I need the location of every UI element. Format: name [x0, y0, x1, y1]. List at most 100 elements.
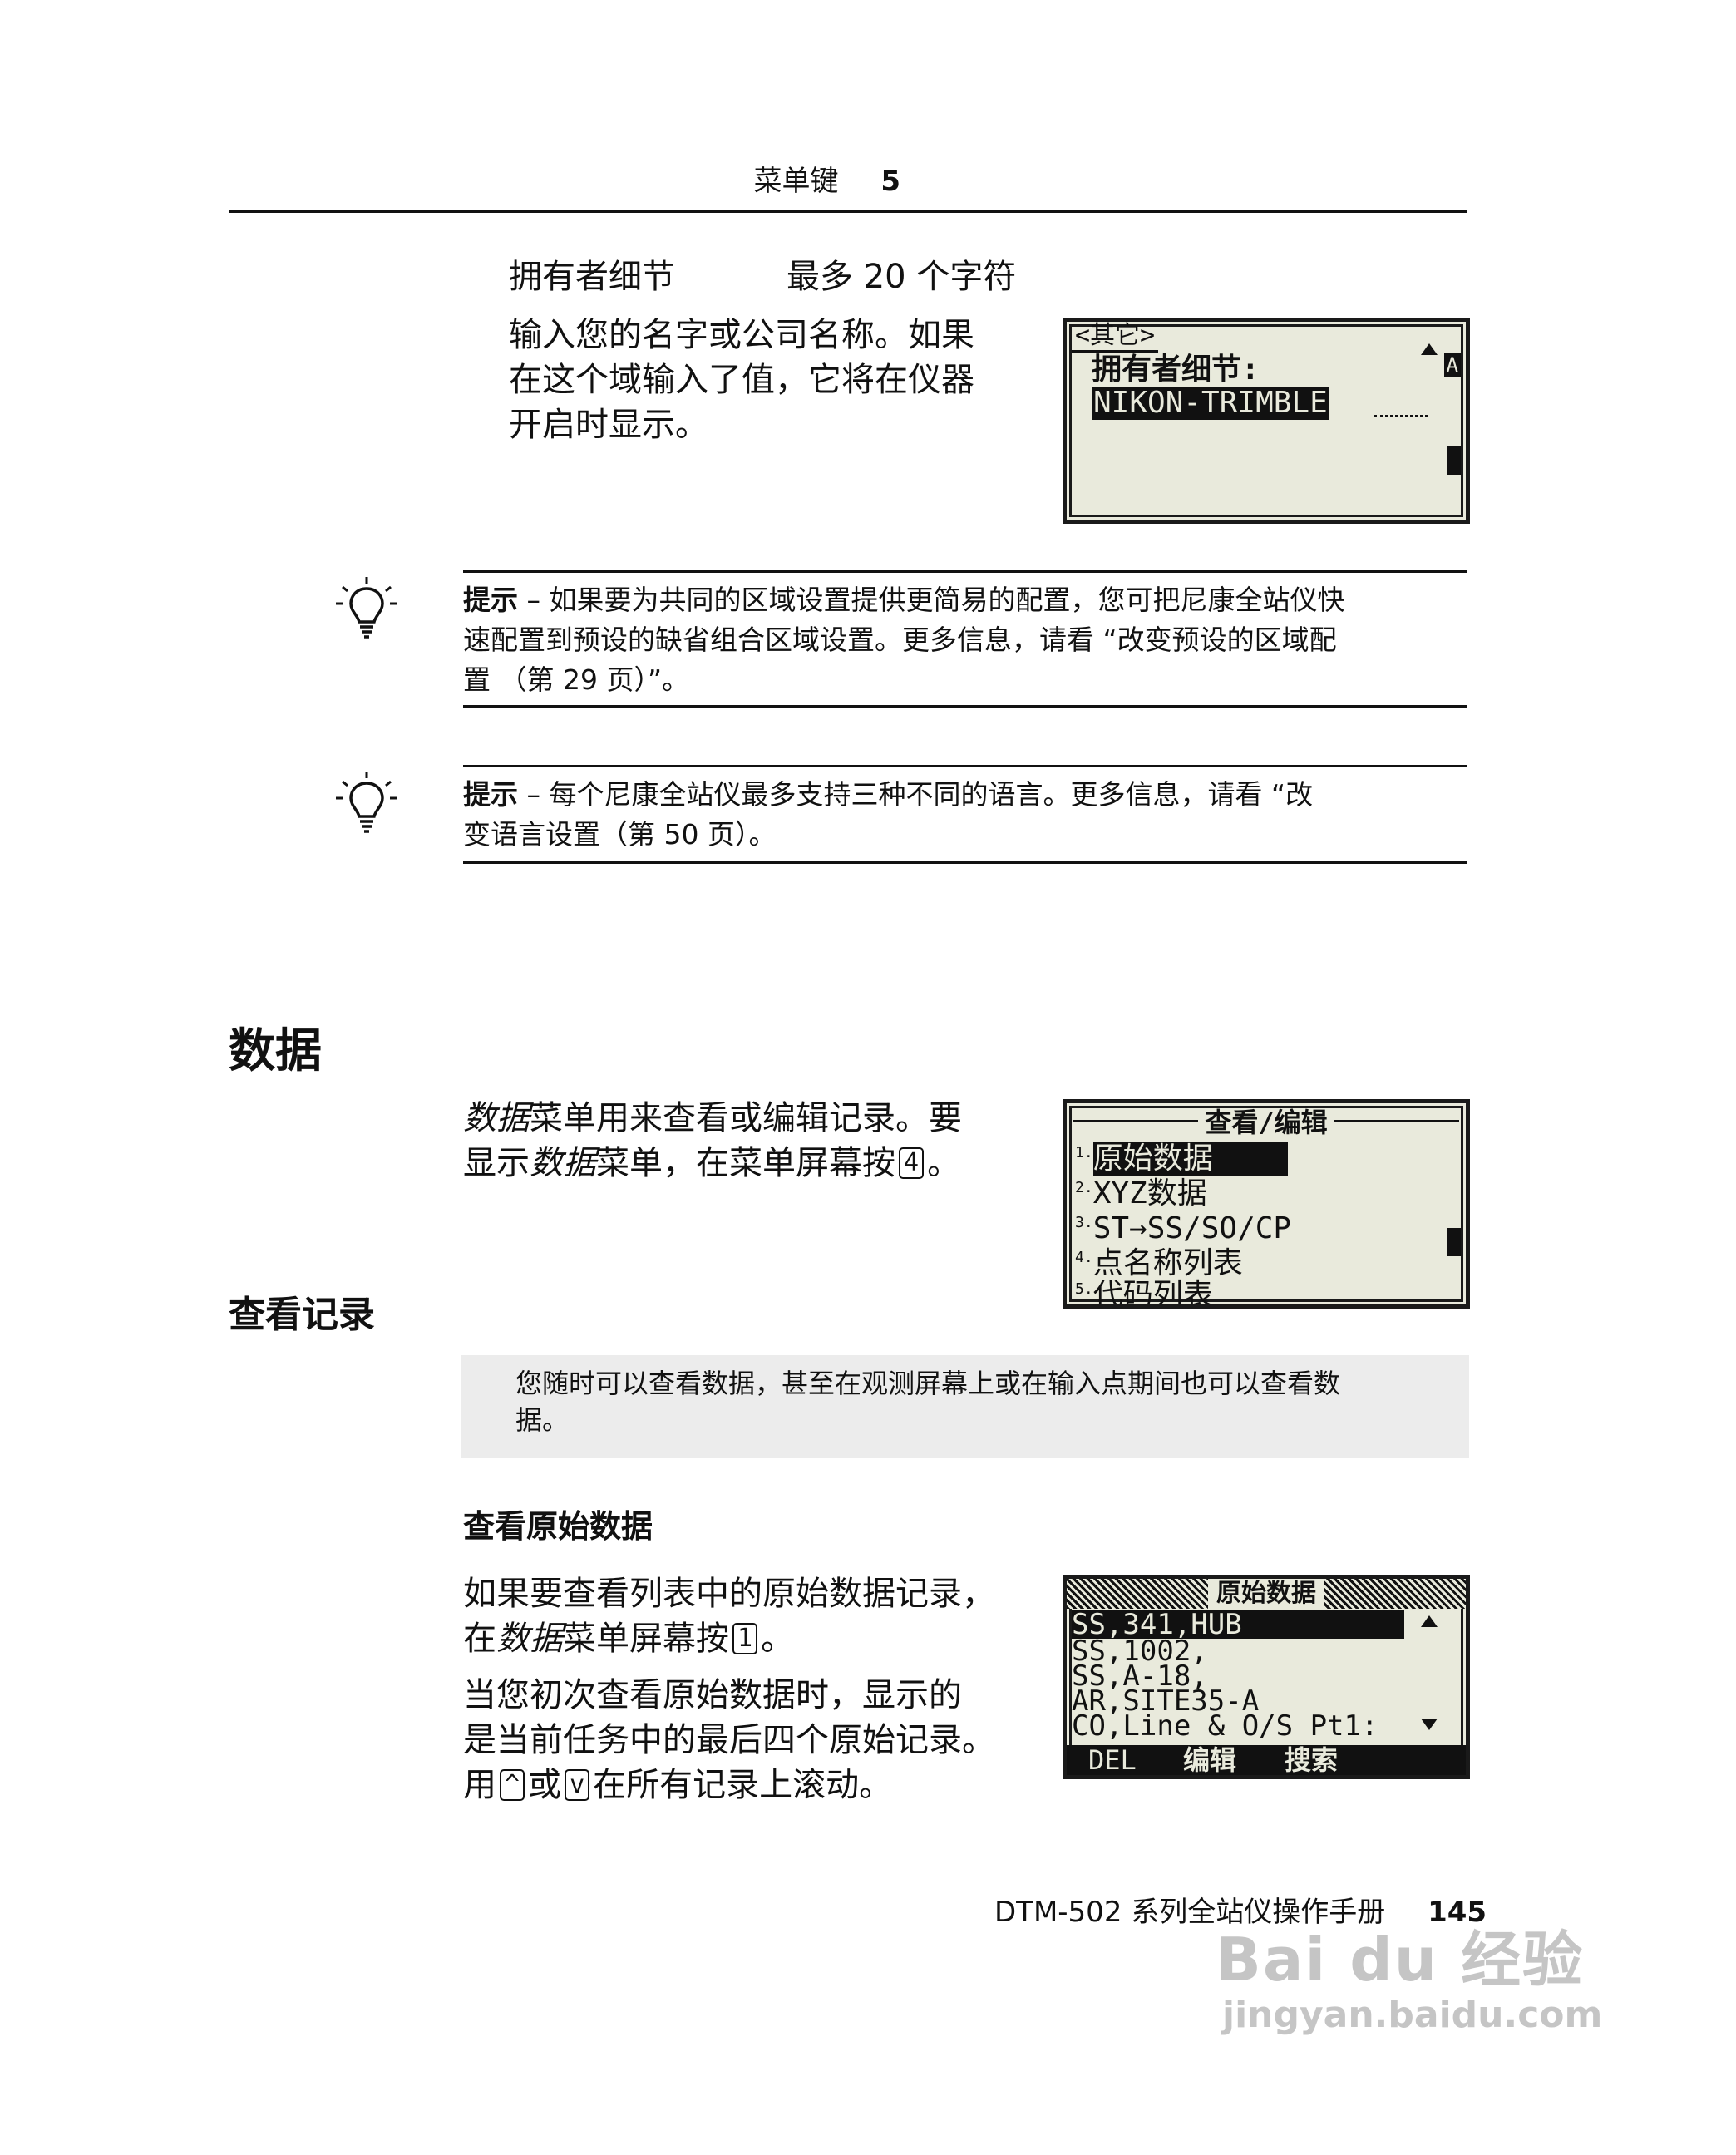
raw-p2-line3: 用 ^ 或 v 在所有记录上滚动。 [463, 1763, 1062, 1807]
key-1: 1 [732, 1623, 758, 1654]
tip2-label: 提示 [463, 778, 518, 811]
lcd-menu-item[interactable]: 3.ST→SS/SO/CP [1075, 1206, 1291, 1245]
battery-icon [1447, 446, 1461, 475]
lightbulb-icon [336, 577, 397, 644]
raw-text: 。 [761, 1620, 795, 1658]
data-intro-text: 。 [927, 1144, 961, 1182]
data-menu-emphasis: 数据 [530, 1144, 596, 1182]
lcd-tab-label: <其它> [1072, 322, 1159, 353]
menu-item-number: 4. [1075, 1249, 1093, 1266]
lcd-menu-item[interactable]: 2.XYZ数据 [1075, 1171, 1207, 1211]
scroll-up-icon [1421, 1615, 1438, 1627]
battery-icon [1447, 1228, 1461, 1256]
owner-description: 输入您的名字或公司名称。如果 在这个域输入了值，它将在仪器 开启时显示。 [509, 313, 1024, 447]
menu-item-number: 5. [1075, 1280, 1093, 1298]
lcd-menu-item[interactable]: 5.代码列表 [1075, 1273, 1213, 1309]
data-menu-emphasis: 数据 [496, 1620, 563, 1658]
chapter-title: 菜单键 [753, 165, 839, 198]
lightbulb-icon [336, 772, 397, 838]
tip2-line1: 提示 – 每个尼康全站仪最多支持三种不同的语言。更多信息，请看 “改 [463, 775, 1473, 815]
menu-item-number: 2. [1075, 1179, 1093, 1196]
key-down: v [565, 1769, 590, 1801]
tip2-top-rule [463, 765, 1467, 767]
menu-item-label: 原始数据 [1092, 1142, 1288, 1176]
lcd-raw-title-bar: 原始数据 [1067, 1579, 1466, 1609]
baidu-watermark-url: jingyan.baidu.com [1222, 1994, 1602, 2036]
note-line: 您随时可以查看数据，甚至在观测屏幕上或在输入点期间也可以查看数 [515, 1368, 1341, 1399]
tip1-top-rule [463, 570, 1467, 573]
scroll-down-icon [1421, 1719, 1438, 1730]
tip1-text: – 如果要为共同的区域设置提供更简易的配置，您可把尼康全站仪快 [526, 584, 1345, 616]
menu-item-number: 1. [1075, 1144, 1093, 1161]
note-box: 您随时可以查看数据，甚至在观测屏幕上或在输入点期间也可以查看数 据。 [461, 1355, 1469, 1458]
tip2-bottom-rule [463, 861, 1467, 864]
key-4: 4 [899, 1147, 925, 1179]
lcd-owner-detail: <其它> 拥有者细节: NIKON-TRIMBLE A [1063, 318, 1470, 524]
softkey-search[interactable]: 搜索 [1285, 1745, 1338, 1775]
lcd-menu-title-bar: 查看/编辑 [1067, 1107, 1466, 1138]
data-intro: 数据菜单用来查看或编辑记录。要 显示数据菜单，在菜单屏幕按 4。 [463, 1096, 1045, 1186]
raw-text: 或 [528, 1766, 562, 1804]
tip2-text: – 每个尼康全站仪最多支持三种不同的语言。更多信息，请看 “改 [526, 778, 1314, 811]
baidu-watermark-logo: Bai du 经验 [1216, 1911, 1584, 1998]
watermark-brand: Bai du 经验 [1216, 1925, 1585, 1995]
lcd-dotted-line [1374, 415, 1428, 417]
tip1: 提示 – 如果要为共同的区域设置提供更简易的配置，您可把尼康全站仪快 速配置到预… [463, 580, 1473, 700]
title-rule [1334, 1119, 1459, 1122]
lcd-view-edit-menu: 查看/编辑 1.原始数据 2.XYZ数据 3.ST→SS/SO/CP 4.点名称… [1063, 1099, 1470, 1309]
key-up: ^ [500, 1769, 525, 1801]
data-heading: 数据 [229, 1024, 322, 1078]
scroll-up-icon [1421, 343, 1438, 355]
tip1-bottom-rule [463, 705, 1467, 708]
softkey-del[interactable]: DEL [1088, 1745, 1137, 1775]
note-text: 您随时可以查看数据，甚至在观测屏幕上或在输入点期间也可以查看数 据。 [515, 1365, 1340, 1438]
header-rule [229, 210, 1467, 213]
data-menu-emphasis: 数据 [463, 1099, 530, 1137]
data-intro-line2: 显示数据菜单，在菜单屏幕按 4。 [463, 1141, 1045, 1186]
raw-text: 用 [463, 1766, 496, 1804]
owner-field-row: 拥有者细节 最多 20 个字符 [509, 254, 1016, 299]
owner-field-label: 拥有者细节 [509, 258, 675, 296]
lcd-menu-title: 查看/编辑 [1205, 1107, 1328, 1138]
tip1-line3: 置 （第 29 页）”。 [463, 663, 690, 696]
title-rule [1073, 1119, 1199, 1122]
lcd-owner-value: NIKON-TRIMBLE [1092, 386, 1329, 420]
lcd-raw-row[interactable]: CO,Line & O/S Pt1: [1072, 1712, 1378, 1740]
raw-data-subheading: 查看原始数据 [463, 1508, 653, 1545]
raw-data-para2: 当您初次查看原始数据时，显示的 是当前任务中的最后四个原始记录。 用 ^ 或 v 在所有… [463, 1673, 1062, 1807]
raw-text: 在 [463, 1620, 496, 1658]
lcd-owner-label: 拥有者细节: [1092, 353, 1260, 387]
menu-item-label: ST→SS/SO/CP [1092, 1211, 1292, 1245]
lcd-raw-data: 原始数据 SS,341,HUB SS,1002, SS,A-18, AR,SIT… [1063, 1575, 1470, 1779]
menu-item-number: 3. [1075, 1214, 1093, 1231]
tip1-line1: 提示 – 如果要为共同的区域设置提供更简易的配置，您可把尼康全站仪快 [463, 580, 1473, 620]
data-intro-text: 显示 [463, 1144, 530, 1182]
input-mode-indicator: A [1443, 353, 1461, 377]
raw-text: 菜单屏幕按 [563, 1620, 729, 1658]
raw-p1-line1: 如果要查看列表中的原始数据记录， [463, 1575, 995, 1613]
raw-p2-line2: 是当前任务中的最后四个原始记录。 [463, 1721, 995, 1759]
menu-item-label: 代码列表 [1092, 1278, 1213, 1309]
watermark-url: jingyan.baidu.com [1222, 1994, 1603, 2036]
raw-data-para1: 如果要查看列表中的原始数据记录， 在数据菜单屏幕按 1。 [463, 1571, 1045, 1661]
raw-p2-line1: 当您初次查看原始数据时，显示的 [463, 1676, 962, 1714]
chapter-number: 5 [880, 165, 900, 198]
data-intro-text: 菜单用来查看或编辑记录。要 [530, 1099, 962, 1137]
running-header: 菜单键 5 [754, 165, 900, 198]
tip2: 提示 – 每个尼康全站仪最多支持三种不同的语言。更多信息，请看 “改 变语言设置… [463, 775, 1473, 855]
owner-description-line: 在这个域输入了值，它将在仪器 [509, 361, 974, 399]
tip2-line2: 变语言设置（第 50 页）。 [463, 818, 777, 851]
lcd-raw-title: 原始数据 [1208, 1579, 1324, 1609]
owner-description-line: 开启时显示。 [509, 406, 708, 444]
lcd-menu-item[interactable]: 1.原始数据 [1075, 1137, 1288, 1176]
view-records-heading: 查看记录 [229, 1294, 375, 1336]
note-line: 据。 [515, 1404, 570, 1436]
owner-description-line: 输入您的名字或公司名称。如果 [509, 316, 974, 354]
menu-item-label: XYZ数据 [1092, 1176, 1207, 1211]
tip1-line2: 速配置到预设的缺省组合区域设置。更多信息，请看 “改变预设的区域配 [463, 624, 1337, 656]
raw-text: 在所有记录上滚动。 [593, 1766, 893, 1804]
raw-p1-line2: 在数据菜单屏幕按 1。 [463, 1616, 1045, 1661]
softkey-edit[interactable]: 编辑 [1183, 1745, 1236, 1775]
data-intro-line1: 数据菜单用来查看或编辑记录。要 [463, 1096, 1045, 1141]
owner-field-limit: 最多 20 个字符 [787, 258, 1017, 296]
